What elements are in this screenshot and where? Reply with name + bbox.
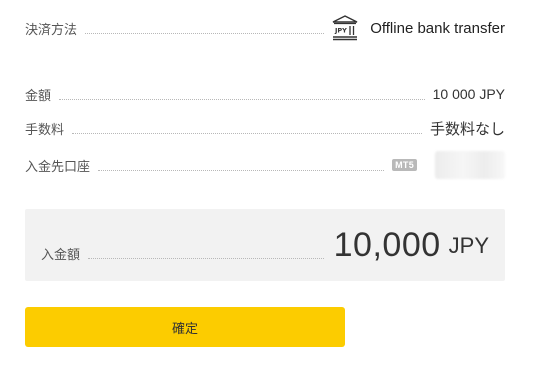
bank-icon: JPY <box>332 15 358 41</box>
fee-value: 手数料なし <box>429 120 505 138</box>
dotted-leader <box>72 132 422 134</box>
total-deposit-row: 入金額 10,000 JPY <box>41 209 489 281</box>
mt5-badge: MT5 <box>392 159 417 171</box>
payment-method-value: Offline bank transfer <box>370 19 505 37</box>
deposit-account-value-group: MT5 <box>392 151 505 179</box>
payment-method-value-group: JPY Offline bank transfer <box>332 15 505 41</box>
dotted-leader <box>85 32 325 34</box>
amount-label: 金額 <box>25 87 52 103</box>
total-deposit-box: 入金額 10,000 JPY <box>25 209 505 281</box>
bank-icon-text: JPY <box>334 27 347 35</box>
amount-value: 10 000 JPY <box>432 86 505 102</box>
dotted-leader <box>88 257 324 259</box>
amount-row: 金額 10 000 JPY <box>25 84 505 104</box>
deposit-account-row: 入金先口座 MT5 <box>25 150 505 180</box>
dotted-leader <box>98 169 385 171</box>
total-deposit-label: 入金額 <box>41 246 81 262</box>
confirm-button[interactable]: 確定 <box>25 307 345 347</box>
account-number-redacted <box>435 151 505 179</box>
fee-row: 手数料 手数料なし <box>25 118 505 138</box>
total-deposit-amount: 10,000 <box>333 225 441 264</box>
deposit-confirmation-page: 決済方法 JPY Offline bank transfer 金額 10 000… <box>0 0 537 375</box>
deposit-account-label: 入金先口座 <box>25 158 91 174</box>
fee-label: 手数料 <box>25 121 65 137</box>
total-deposit-currency: JPY <box>448 233 489 258</box>
dotted-leader <box>59 98 425 100</box>
payment-method-label: 決済方法 <box>25 21 78 37</box>
payment-method-row: 決済方法 JPY Offline bank transfer <box>25 14 505 42</box>
